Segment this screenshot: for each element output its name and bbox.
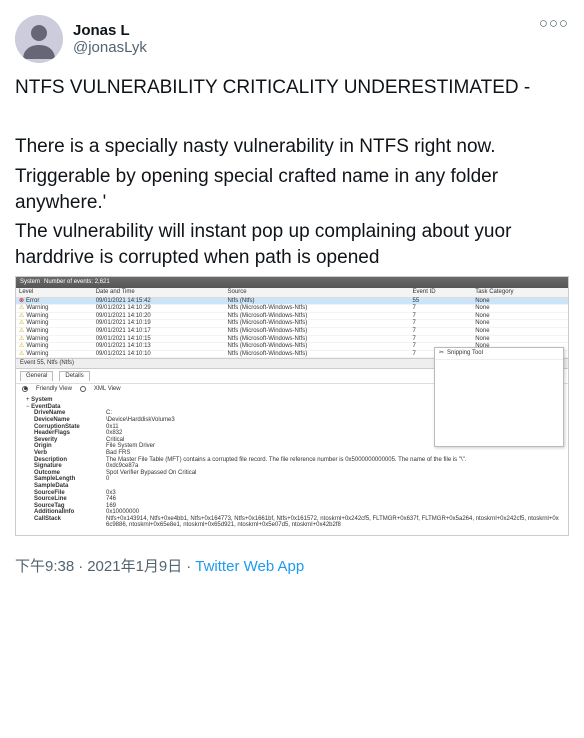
user-handle[interactable]: @jonasLyk <box>73 39 147 56</box>
detail-field: SourceFile0x3 <box>22 490 562 497</box>
detail-field: SourceTag169 <box>22 503 562 510</box>
warning-icon: ⚠ <box>19 305 24 311</box>
more-icon[interactable]: ○○○ <box>539 15 569 32</box>
detail-field: SourceLine746 <box>22 496 562 503</box>
detail-field: DescriptionThe Master File Table (MFT) c… <box>22 457 562 464</box>
col-eventid[interactable]: Event ID <box>410 288 473 297</box>
table-row[interactable]: ⚠Warning09/01/2021 14:10:15Ntfs (Microso… <box>16 335 568 343</box>
col-task[interactable]: Task Category <box>472 288 568 297</box>
col-level[interactable]: Level <box>16 288 93 297</box>
embedded-screenshot: System Number of events: 2,621 Level Dat… <box>15 276 569 536</box>
col-datetime[interactable]: Date and Time <box>93 288 225 297</box>
table-row[interactable]: ⚠Warning09/01/2021 14:10:19Ntfs (Microso… <box>16 320 568 328</box>
tab-general[interactable]: General <box>20 371 53 381</box>
detail-field: OutcomeSpot Verifier Bypassed On Critica… <box>22 470 562 477</box>
detail-field: SampleData <box>22 483 562 490</box>
detail-field: Signature0xdc9ce87a <box>22 463 562 470</box>
radio-xml[interactable] <box>80 386 86 392</box>
table-row[interactable]: ⚠Warning09/01/2021 14:10:17Ntfs (Microso… <box>16 328 568 336</box>
tweet-text: NTFS VULNERABILITY CRITICALITY UNDERESTI… <box>15 75 569 270</box>
col-source[interactable]: Source <box>225 288 410 297</box>
avatar[interactable] <box>15 15 63 63</box>
tweet-time[interactable]: 下午9:38 <box>15 558 74 575</box>
tweet-source-app[interactable]: Twitter Web App <box>195 558 304 575</box>
table-row[interactable]: ⚠Warning09/01/2021 14:10:20Ntfs (Microso… <box>16 312 568 320</box>
snipping-tool-window[interactable]: ✂Snipping Tool <box>434 347 564 447</box>
user-block[interactable]: Jonas L @jonasLyk <box>15 15 147 63</box>
detail-field: SampleLength0 <box>22 476 562 483</box>
display-name[interactable]: Jonas L <box>73 22 147 39</box>
warning-icon: ⚠ <box>19 351 24 357</box>
table-row[interactable]: ⚠Warning09/01/2021 14:10:29Ntfs (Microso… <box>16 305 568 313</box>
warning-icon: ⚠ <box>19 343 24 349</box>
warning-icon: ⚠ <box>19 336 24 342</box>
error-icon: ⊗ <box>19 298 24 304</box>
radio-friendly[interactable] <box>22 386 28 392</box>
tweet-footer: 下午9:38·2021年1月9日·Twitter Web App <box>0 551 584 591</box>
tweet-date[interactable]: 2021年1月9日 <box>87 558 182 575</box>
warning-icon: ⚠ <box>19 328 24 334</box>
detail-field: VerbBad FRS <box>22 450 562 457</box>
table-row[interactable]: ⊗Error09/01/2021 14:15:42Ntfs (Ntfs)55No… <box>16 297 568 305</box>
detail-field: CallStackNtfs+0x143914, Ntfs+0xe4bb1, Nt… <box>22 516 562 529</box>
tab-details[interactable]: Details <box>59 371 89 381</box>
warning-icon: ⚠ <box>19 320 24 326</box>
detail-field: AdditionalInfo0x10000000 <box>22 509 562 516</box>
event-log-header: System Number of events: 2,621 <box>16 277 568 288</box>
warning-icon: ⚠ <box>19 313 24 319</box>
tweet-header: Jonas L @jonasLyk ○○○ <box>15 15 569 63</box>
scissors-icon: ✂ <box>439 350 444 357</box>
